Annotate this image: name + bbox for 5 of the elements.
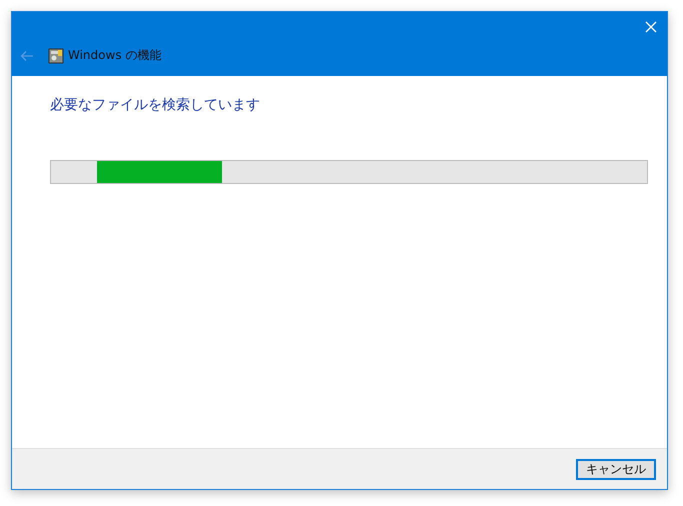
close-icon[interactable]: [645, 21, 657, 33]
window-title: Windows の機能: [68, 47, 162, 64]
status-heading: 必要なファイルを検索しています: [50, 96, 261, 114]
cancel-button[interactable]: キャンセル: [576, 458, 656, 480]
feature-window-icon: [48, 48, 64, 64]
